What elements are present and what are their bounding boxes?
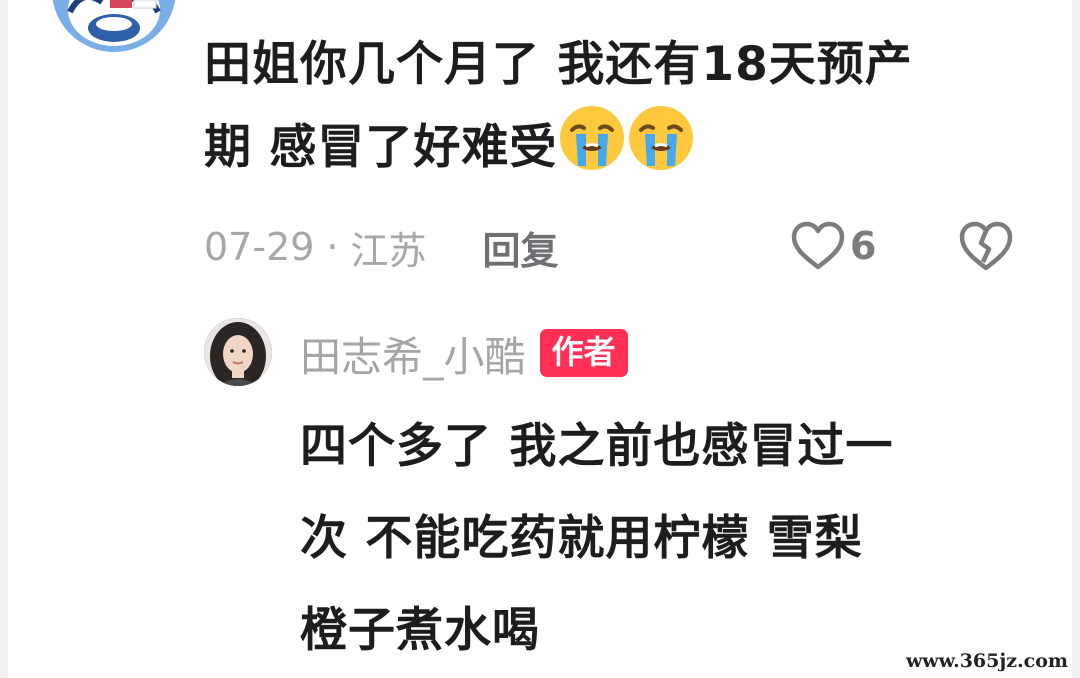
crying-face-emoji-icon: [558, 104, 626, 196]
comment-line-with-emoji: 期 感冒了好难受: [204, 104, 1044, 196]
meta-separator: ·: [326, 225, 339, 269]
site-watermark: www.365jz.com: [901, 650, 1072, 672]
comment-meta: 07-29 · 江苏 回复: [204, 217, 559, 277]
comment-thread: 田姐你几个月了 我还有18天预产 期 感冒了好难受 07-29 · 江苏 回复 …: [0, 0, 1080, 678]
comment-location: 江苏: [350, 228, 427, 273]
reply-body: 四个多了 我之前也感冒过一 次 不能吃药就用柠檬 雪梨 橙子煮水喝: [300, 401, 990, 677]
crying-face-emoji-icon: [627, 104, 695, 196]
cartoon-avatar-icon: [52, 0, 176, 52]
author-badge: 作者: [539, 329, 628, 377]
reply-line: 四个多了 我之前也感冒过一: [300, 419, 894, 474]
heart-icon: [791, 221, 845, 270]
reply-button[interactable]: 回复: [483, 220, 559, 275]
right-border: [1072, 0, 1080, 678]
broken-heart-icon: [959, 221, 1013, 271]
like-count: 6: [850, 224, 877, 268]
reply-line: 次 不能吃药就用柠檬 雪梨: [300, 511, 863, 566]
comment-line: 田姐你几个月了 我还有18天预产: [204, 37, 913, 92]
person-photo-icon: [204, 318, 272, 386]
reply-header: 田志希_小酷 作者: [300, 322, 628, 384]
author-avatar[interactable]: [204, 318, 272, 386]
commenter-avatar[interactable]: [52, 0, 176, 52]
comment-body: 田姐你几个月了 我还有18天预产 期 感冒了好难受: [204, 26, 1044, 196]
reply-author-name[interactable]: 田志希_小酷: [300, 323, 526, 383]
comment-date: 07-29: [204, 225, 315, 269]
left-border: [0, 0, 8, 678]
dislike-button[interactable]: [956, 218, 1016, 274]
like-button[interactable]: 6: [790, 218, 876, 274]
reply-line: 橙子煮水喝: [300, 603, 540, 658]
comment-line: 期 感冒了好难受: [204, 120, 558, 175]
